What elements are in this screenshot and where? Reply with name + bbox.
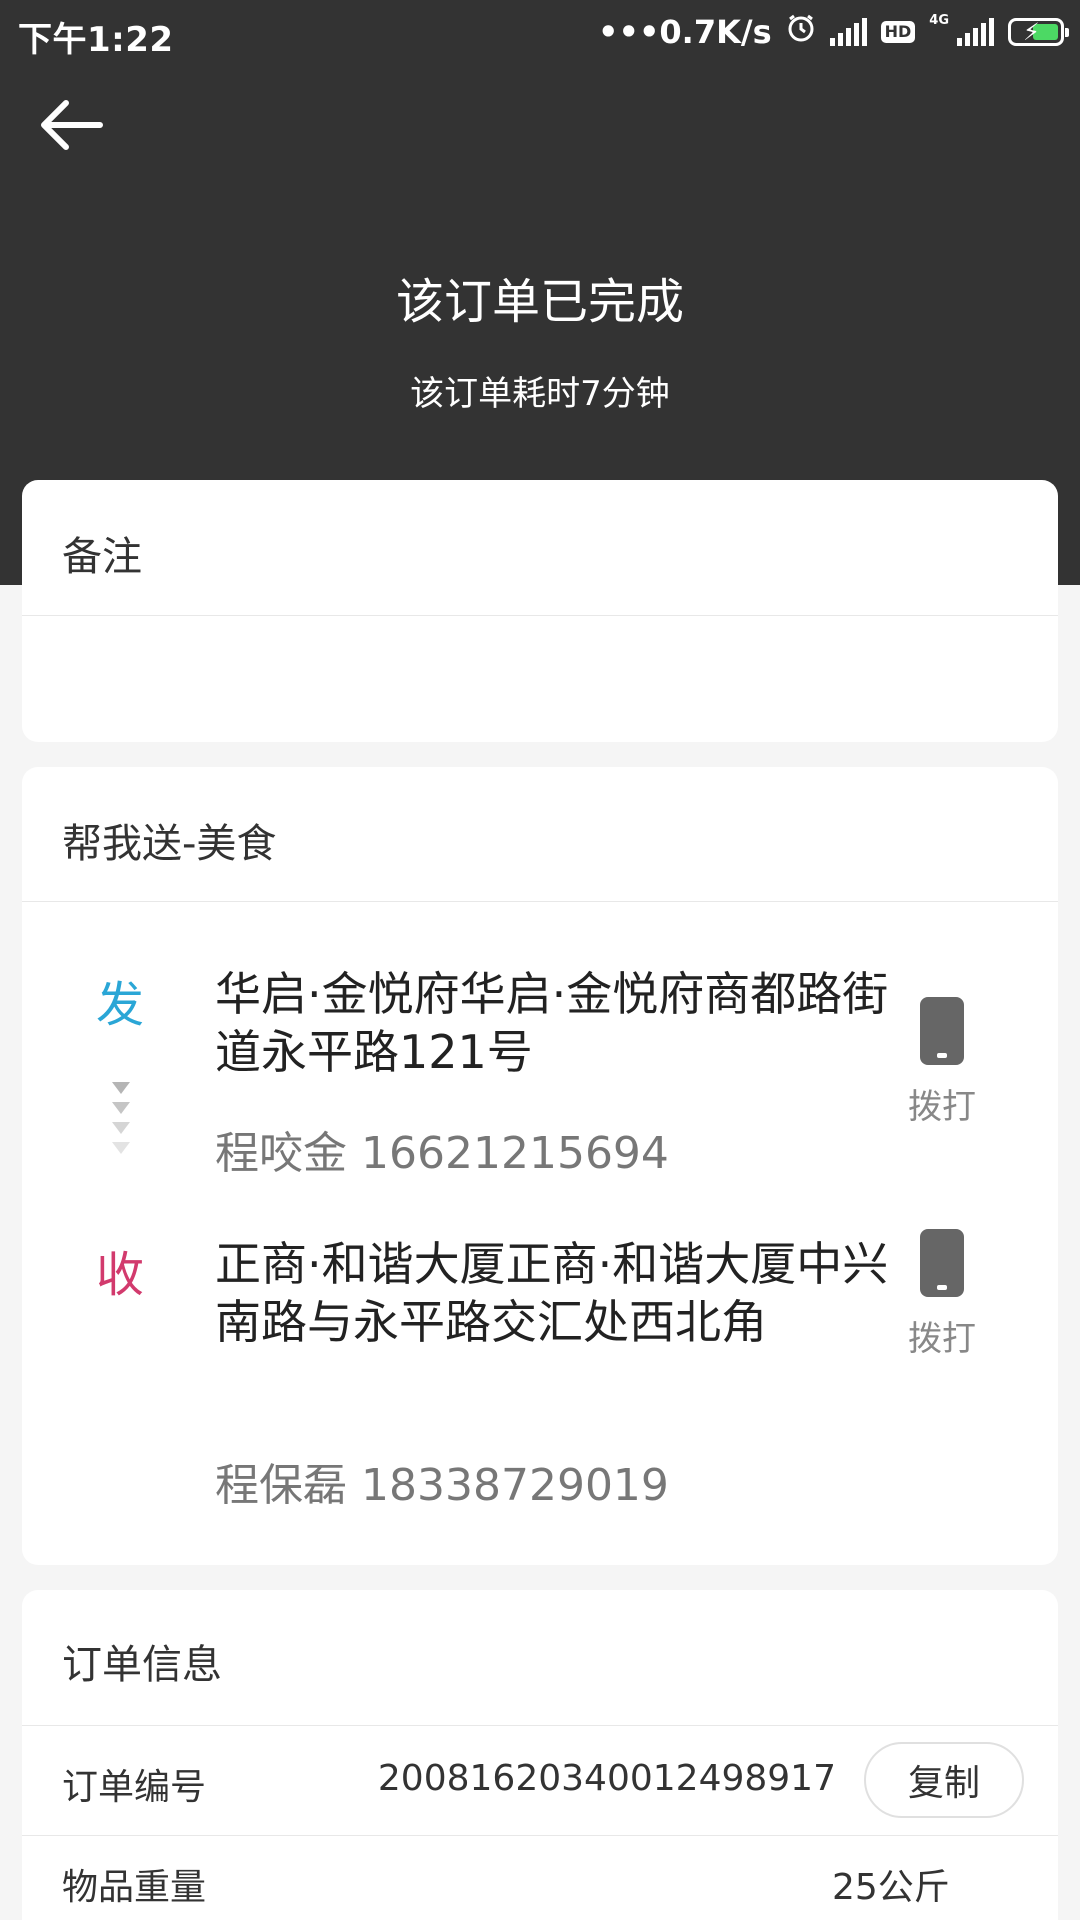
sender-address: 华启·金悦府华启·金悦府商都路街道永平路121号 — [215, 967, 889, 1079]
back-arrow-icon[interactable] — [38, 95, 108, 155]
divider — [22, 1835, 1058, 1836]
call-receiver-button[interactable]: 拨打 — [882, 1229, 1002, 1360]
call-label: 拨打 — [908, 1319, 976, 1359]
status-bar: 下午1:22 •••0.7K/s HD 4G ⚡ — [0, 0, 1080, 66]
status-icons: •••0.7K/s HD 4G ⚡ — [598, 12, 1069, 52]
network-speed: •••0.7K/s — [598, 13, 772, 51]
weight-label: 物品重量 — [62, 1867, 207, 1908]
hd-badge: HD — [880, 21, 916, 43]
network-type: 4G — [929, 13, 949, 28]
weight-value: 25公斤 — [832, 1867, 950, 1908]
route-card: 帮我送-美食 发 华启·金悦府华启·金悦府商都路街道永平路121号 程咬金 16… — [22, 767, 1058, 1565]
alarm-icon — [786, 12, 816, 52]
phone-icon — [920, 997, 964, 1065]
wifi-signal-icon — [829, 18, 867, 46]
divider — [22, 901, 1058, 902]
order-status-title: 该订单已完成 — [395, 274, 684, 330]
order-number-label: 订单编号 — [62, 1767, 207, 1808]
order-number-value: 20081620340012498917 — [377, 1758, 836, 1799]
service-type-title: 帮我送-美食 — [62, 821, 277, 867]
receiver-contact: 程保磊 18338729019 — [215, 1460, 669, 1511]
divider — [22, 615, 1058, 616]
status-time: 下午1:22 — [18, 20, 174, 60]
call-label: 拨打 — [908, 1087, 976, 1127]
order-info-title: 订单信息 — [62, 1642, 222, 1688]
phone-icon — [920, 1229, 964, 1297]
remark-title: 备注 — [62, 534, 142, 580]
remark-card: 备注 — [22, 480, 1058, 742]
order-duration: 该订单耗时7分钟 — [410, 374, 670, 414]
receiver-address: 正商·和谐大厦正商·和谐大厦中兴南路与永平路交汇处西北角 — [215, 1237, 889, 1349]
copy-button[interactable]: 复制 — [864, 1742, 1024, 1818]
sender-label: 发 — [96, 977, 145, 1033]
cell-signal-icon — [957, 18, 994, 46]
call-sender-button[interactable]: 拨打 — [882, 997, 1002, 1128]
route-arrows-icon — [112, 1082, 136, 1162]
order-info-card: 订单信息 订单编号 20081620340012498917 复制 物品重量 2… — [22, 1590, 1058, 1920]
divider — [22, 1725, 1058, 1726]
sender-contact: 程咬金 16621215694 — [215, 1128, 669, 1179]
receiver-label: 收 — [96, 1247, 145, 1303]
order-detail-page: 下午1:22 •••0.7K/s HD 4G ⚡ 该订单已完成 该订单耗时7分钟… — [0, 0, 1080, 1920]
battery-icon: ⚡ — [1008, 18, 1069, 46]
